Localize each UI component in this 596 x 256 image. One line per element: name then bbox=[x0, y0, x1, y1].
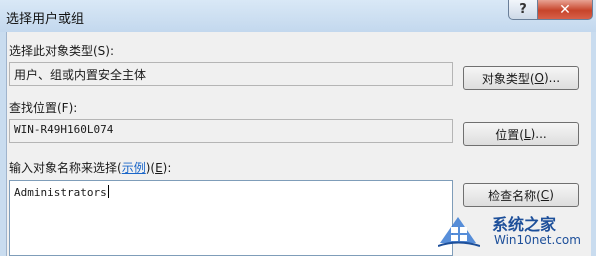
object-names-label-middle: )( bbox=[145, 161, 156, 175]
close-button[interactable]: ✕ bbox=[537, 0, 593, 20]
object-type-value: 用户、组或内置安全主体 bbox=[14, 68, 147, 82]
object-names-label-prefix: 输入对象名称来选择( bbox=[9, 161, 122, 175]
examples-link[interactable]: 示例 bbox=[122, 161, 146, 175]
object-names-value: Administrators bbox=[14, 186, 107, 199]
location-label: 查找位置(F): bbox=[9, 101, 78, 115]
object-type-label: 选择此对象类型(S): bbox=[9, 44, 115, 58]
check-names-button-key: C bbox=[540, 188, 550, 202]
object-names-input[interactable]: Administrators bbox=[9, 180, 453, 256]
check-names-button-prefix: 检查名称( bbox=[488, 188, 541, 203]
object-types-button-suffix: )... bbox=[544, 71, 561, 85]
close-icon: ✕ bbox=[559, 1, 571, 18]
object-names-label: 输入对象名称来选择(示例)(E): bbox=[9, 159, 171, 176]
object-names-label-suffix: ): bbox=[162, 161, 172, 175]
check-names-button[interactable]: 检查名称(C) bbox=[463, 183, 579, 207]
window-title: 选择用户或组 bbox=[6, 12, 85, 27]
watermark-url: Win10net.com bbox=[494, 233, 581, 247]
help-button[interactable]: ? bbox=[508, 0, 538, 20]
locations-button-key: L bbox=[523, 127, 531, 141]
locations-button[interactable]: 位置(L)... bbox=[463, 122, 579, 146]
help-icon: ? bbox=[519, 2, 527, 17]
locations-button-suffix: )... bbox=[530, 127, 547, 141]
object-types-button-prefix: 对象类型( bbox=[481, 71, 535, 86]
watermark-title: 系统之家 bbox=[492, 215, 557, 234]
object-type-field: 用户、组或内置安全主体 bbox=[9, 62, 453, 86]
object-names-label-key: E bbox=[155, 161, 163, 175]
text-caret bbox=[107, 185, 109, 198]
title-bar: 选择用户或组 ? ✕ bbox=[0, 0, 596, 32]
object-types-button-key: O bbox=[534, 71, 544, 85]
location-field: WIN-R49H160L074 bbox=[9, 119, 453, 143]
check-names-button-suffix: ) bbox=[549, 188, 554, 202]
location-value: WIN-R49H160L074 bbox=[14, 123, 114, 136]
windows-logo-icon bbox=[438, 217, 480, 247]
object-types-button[interactable]: 对象类型(O)... bbox=[463, 66, 579, 90]
site-watermark: 系统之家 Win10net.com bbox=[438, 205, 588, 253]
locations-button-prefix: 位置( bbox=[495, 127, 524, 142]
